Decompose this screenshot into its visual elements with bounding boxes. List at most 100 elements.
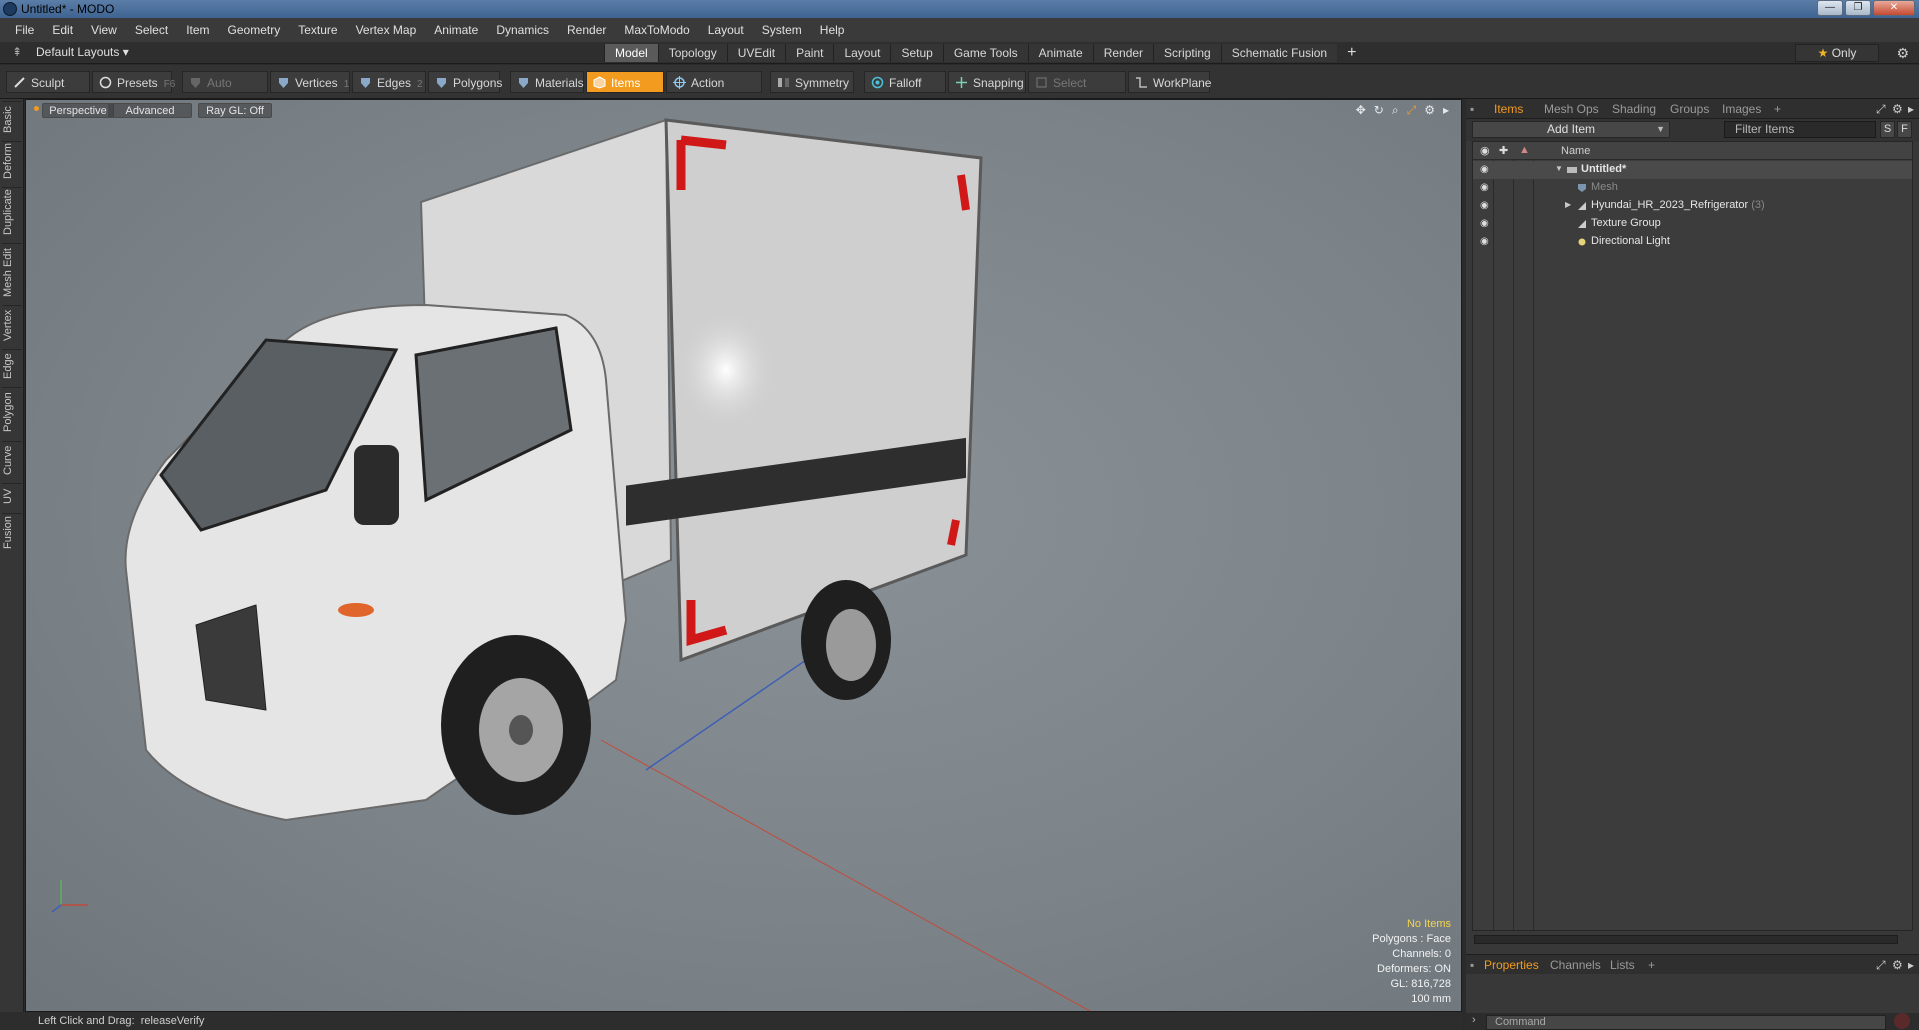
edges-button[interactable]: Edges 2 [352, 71, 426, 93]
presets-button[interactable]: Presets F6 [92, 71, 175, 93]
filter-items-input[interactable]: Filter Items [1724, 121, 1876, 138]
menu-help[interactable]: Help [811, 18, 854, 42]
viewport-gear-icon[interactable]: ⚙ [1424, 103, 1435, 118]
tree-horizontal-scrollbar[interactable] [1474, 935, 1898, 944]
tree-row-scene[interactable]: ◉ ▼ Untitled* [1473, 161, 1912, 179]
tab-groups[interactable]: Groups [1670, 102, 1709, 116]
eye-icon[interactable]: ◉ [1480, 164, 1491, 175]
add-item-dropdown[interactable]: Add Item ▼ [1472, 121, 1670, 138]
tab-render[interactable]: Render [1092, 44, 1154, 62]
default-layouts-dropdown[interactable]: ⇞ Default Layouts ▾ [12, 45, 129, 59]
menu-file[interactable]: File [6, 18, 43, 42]
select-through-button[interactable]: Select Through [1028, 71, 1126, 112]
tab-properties[interactable]: Properties [1484, 958, 1539, 972]
vtab-fusion[interactable]: Fusion [2, 513, 22, 553]
shading-dropdown[interactable]: Advanced [108, 103, 192, 118]
tab-paint[interactable]: Paint [785, 44, 834, 62]
minimize-button[interactable]: — [1817, 0, 1843, 16]
vtab-deform[interactable]: Deform [2, 141, 22, 183]
eye-icon[interactable]: ◉ [1480, 182, 1491, 193]
vtab-curve[interactable]: Curve [2, 441, 22, 479]
pan-icon[interactable]: ✥ [1356, 103, 1366, 118]
tab-items[interactable]: Items [1494, 102, 1523, 116]
polygons-button[interactable]: Polygons [428, 71, 502, 93]
tab-shading[interactable]: Shading [1612, 102, 1656, 116]
expand-triangle-icon[interactable]: ▶ [1565, 200, 1571, 209]
maximize-panel-icon[interactable]: ⤢ [1876, 102, 1886, 117]
3d-viewport[interactable]: Perspective Advanced Ray GL: Off ✥ ↻ ⌕ ⤢… [25, 99, 1462, 1012]
tab-layout[interactable]: Layout [833, 44, 891, 62]
vtab-edge[interactable]: Edge [2, 349, 22, 383]
maximize-button[interactable]: ❐ [1845, 0, 1871, 16]
close-button[interactable]: ✕ [1873, 0, 1915, 16]
properties-arrow-icon[interactable]: ▸ [1908, 958, 1914, 972]
expand-arrow-icon[interactable]: ▸ [1443, 103, 1449, 118]
tab-topology[interactable]: Topology [657, 44, 727, 62]
collapse-arrow-icon[interactable]: ⇞ [12, 45, 22, 59]
properties-gear-icon[interactable]: ⚙ [1892, 958, 1903, 972]
snapping-button[interactable]: Snapping [948, 71, 1026, 93]
menu-system[interactable]: System [753, 18, 811, 42]
tree-row-texture-group[interactable]: ◉ Texture Group [1473, 215, 1912, 233]
perspective-dropdown[interactable]: Perspective [42, 103, 114, 118]
name-column-header[interactable]: Name [1561, 145, 1590, 157]
tab-mesh-ops[interactable]: Mesh Ops [1544, 102, 1599, 116]
vtab-vertex[interactable]: Vertex [2, 305, 22, 345]
menu-animate[interactable]: Animate [425, 18, 487, 42]
tab-uvedit[interactable]: UVEdit [726, 44, 786, 62]
menu-select[interactable]: Select [126, 18, 177, 42]
menu-dynamics[interactable]: Dynamics [487, 18, 558, 42]
only-button[interactable]: ★ Only [1795, 44, 1879, 62]
vtab-basic[interactable]: Basic [2, 101, 22, 137]
tab-scripting[interactable]: Scripting [1153, 44, 1221, 62]
command-input[interactable]: Command [1486, 1015, 1886, 1030]
menu-render[interactable]: Render [558, 18, 615, 42]
tab-images[interactable]: Images [1722, 102, 1761, 116]
tree-row-directional-light[interactable]: ◉ Directional Light [1473, 233, 1912, 251]
panel-arrow-icon[interactable]: ▸ [1908, 102, 1914, 116]
rotate-icon[interactable]: ↻ [1374, 103, 1384, 118]
auto-select-button[interactable]: Auto Select [182, 71, 268, 112]
vtab-uv[interactable]: UV [2, 483, 22, 509]
add-panel-tab-icon[interactable]: + [1774, 102, 1781, 116]
fit-icon[interactable]: ⤢ [1407, 103, 1417, 118]
tab-schematic-fusion[interactable]: Schematic Fusion [1220, 44, 1338, 62]
eye-icon[interactable]: ◉ [1480, 218, 1491, 229]
vtab-polygon[interactable]: Polygon [2, 387, 22, 437]
vtab-duplicate[interactable]: Duplicate [2, 187, 22, 239]
tab-game-tools[interactable]: Game Tools [942, 44, 1028, 62]
items-button[interactable]: Items [586, 71, 664, 93]
falloff-button[interactable]: Falloff [864, 71, 946, 93]
add-properties-tab-icon[interactable]: + [1648, 958, 1655, 972]
action-center-button[interactable]: Action Center [666, 71, 762, 112]
vtab-mesh-edit[interactable]: Mesh Edit [2, 243, 22, 301]
zoom-icon[interactable]: ⌕ [1392, 103, 1399, 118]
tab-animate[interactable]: Animate [1027, 44, 1093, 62]
tree-row-hyundai[interactable]: ◉ ▶ Hyundai_HR_2023_Refrigerator (3) [1473, 197, 1912, 215]
tab-lists[interactable]: Lists [1610, 958, 1635, 972]
sculpt-button[interactable]: Sculpt [6, 71, 90, 93]
tab-setup[interactable]: Setup [890, 44, 943, 62]
vertices-button[interactable]: Vertices 1 [270, 71, 350, 93]
menu-view[interactable]: View [82, 18, 126, 42]
panel-gear-icon[interactable]: ⚙ [1892, 102, 1903, 116]
menu-vertex-map[interactable]: Vertex Map [347, 18, 426, 42]
materials-button[interactable]: Materials [510, 71, 584, 93]
tab-model[interactable]: Model [604, 44, 658, 62]
menu-layout[interactable]: Layout [699, 18, 753, 42]
s-button[interactable]: S [1880, 121, 1895, 138]
eye-icon[interactable]: ◉ [1480, 200, 1491, 211]
menu-geometry[interactable]: Geometry [219, 18, 290, 42]
gear-icon[interactable]: ⚙ [1896, 45, 1909, 62]
menu-texture[interactable]: Texture [289, 18, 346, 42]
maximize-properties-icon[interactable]: ⤢ [1876, 958, 1886, 973]
menu-edit[interactable]: Edit [43, 18, 82, 42]
viewport-menu-dot[interactable] [34, 106, 39, 111]
eye-icon[interactable]: ◉ [1480, 236, 1491, 247]
workplane-button[interactable]: WorkPlane [1128, 71, 1211, 93]
add-tab-plus-icon[interactable]: + [1337, 44, 1366, 62]
menu-maxtomodo[interactable]: MaxToModo [615, 18, 698, 42]
tab-channels[interactable]: Channels [1550, 958, 1601, 972]
expand-triangle-icon[interactable]: ▼ [1555, 164, 1563, 173]
tree-row-mesh[interactable]: ◉ Mesh [1473, 179, 1912, 197]
